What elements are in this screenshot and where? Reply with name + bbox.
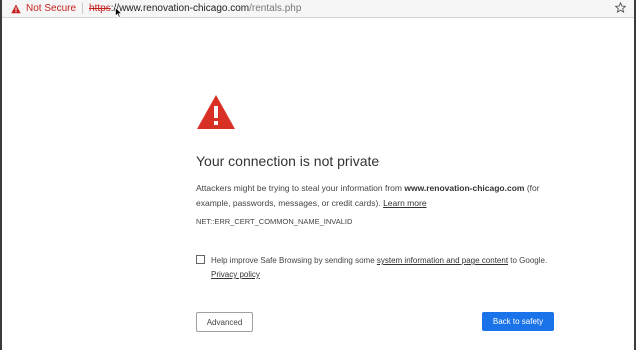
privacy-policy-link[interactable]: Privacy policy xyxy=(211,270,260,279)
page-title: Your connection is not private xyxy=(196,153,380,169)
url-scheme: https xyxy=(89,3,111,14)
learn-more-link[interactable]: Learn more xyxy=(383,198,426,208)
warning-triangle-icon[interactable] xyxy=(11,4,21,14)
back-to-safety-button[interactable]: Back to safety xyxy=(482,312,554,331)
address-bar-divider xyxy=(82,3,84,14)
url-host: www.renovation-chicago.com xyxy=(119,3,250,14)
checkbox-text: Help improve Safe Browsing by sending so… xyxy=(211,256,377,265)
safe-browsing-checkbox[interactable] xyxy=(196,255,205,264)
safe-browsing-option: Help improve Safe Browsing by sending so… xyxy=(196,254,566,282)
not-secure-label[interactable]: Not Secure xyxy=(26,3,76,14)
safe-browsing-label: Help improve Safe Browsing by sending so… xyxy=(211,254,566,268)
star-icon[interactable] xyxy=(614,1,627,14)
system-info-link[interactable]: system information and page content xyxy=(377,256,508,265)
advanced-button[interactable]: Advanced xyxy=(196,312,253,332)
warning-description: Attackers might be trying to steal your … xyxy=(196,181,541,211)
browser-window: Not Secure https://www.renovation-chicag… xyxy=(0,0,636,350)
address-bar[interactable]: Not Secure https://www.renovation-chicag… xyxy=(2,0,634,18)
url-path: /rentals.php xyxy=(249,3,302,14)
description-text: Attackers might be trying to steal your … xyxy=(196,183,405,193)
warning-triangle-icon xyxy=(196,94,236,130)
mouse-cursor-icon xyxy=(115,5,123,18)
site-domain: www.renovation-chicago.com xyxy=(404,183,525,193)
error-code: NET::ERR_CERT_COMMON_NAME_INVALID xyxy=(196,217,353,226)
checkbox-text-suffix: to Google. xyxy=(508,256,548,265)
